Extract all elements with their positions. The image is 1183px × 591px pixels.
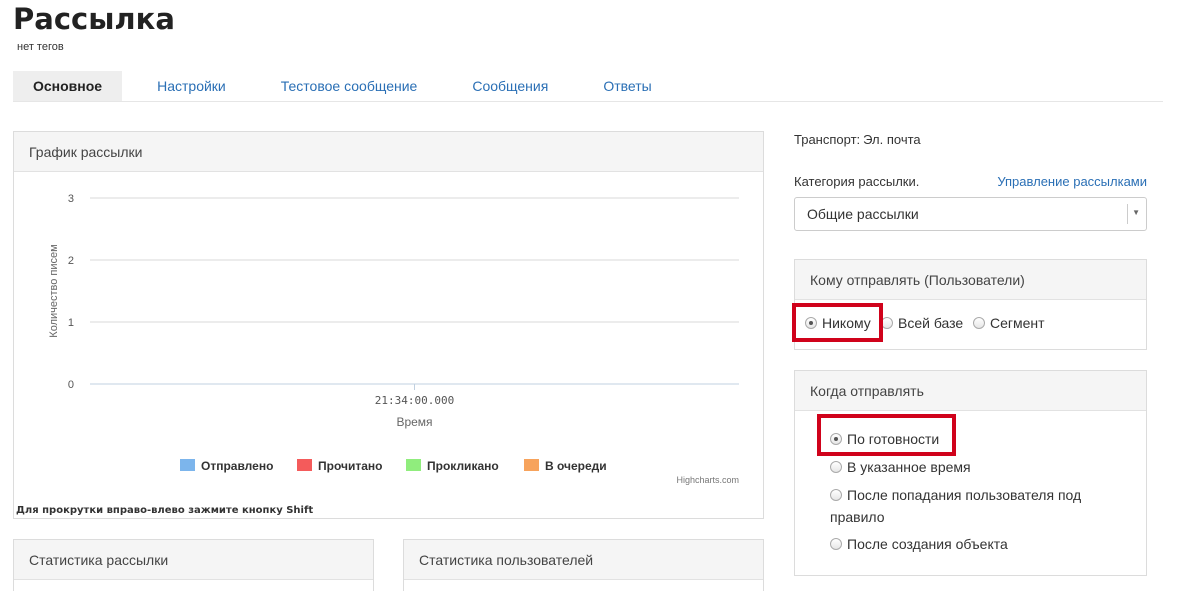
- radio-after-rule[interactable]: После попадания пользователя под: [830, 487, 1081, 503]
- chevron-down-icon: ▼: [1132, 208, 1140, 217]
- tab-settings[interactable]: Настройки: [137, 71, 246, 101]
- schedule-title: Когда отправлять: [795, 371, 1146, 411]
- tab-bar: Основное Настройки Тестовое сообщение Со…: [13, 71, 1163, 102]
- chart-credits: Highcharts.com: [676, 475, 739, 485]
- tab-messages[interactable]: Сообщения: [452, 71, 568, 101]
- legend-swatch: [406, 459, 421, 471]
- chart-panel-title: График рассылки: [14, 132, 763, 172]
- radio-after-object-label: После создания объекта: [847, 536, 1008, 552]
- recipients-title: Кому отправлять (Пользователи): [795, 260, 1146, 300]
- radio-segment[interactable]: Сегмент: [973, 315, 1045, 331]
- schedule-panel: Когда отправлять По готовности В указанн…: [794, 370, 1147, 576]
- tab-replies[interactable]: Ответы: [583, 71, 671, 101]
- highlight-box: [792, 303, 883, 342]
- radio-specified-time-label: В указанное время: [847, 459, 971, 475]
- category-select-value: Общие рассылки: [807, 206, 919, 222]
- radio-icon[interactable]: [830, 538, 842, 550]
- category-select[interactable]: Общие рассылки ▼: [794, 197, 1147, 231]
- radio-icon[interactable]: [830, 489, 842, 501]
- radio-after-rule-label-1: После попадания пользователя под: [847, 487, 1082, 503]
- radio-after-rule-label-2: правило: [830, 509, 885, 525]
- page-title: Рассылка: [13, 2, 175, 36]
- mailing-stats-title: Статистика рассылки: [14, 540, 373, 580]
- select-separator: [1127, 204, 1128, 224]
- tags-label: нет тегов: [17, 41, 64, 53]
- legend-label: Прокликано: [427, 459, 499, 473]
- legend-swatch: [524, 459, 539, 471]
- radio-segment-label: Сегмент: [990, 315, 1045, 331]
- y-tick-label: 1: [68, 317, 74, 329]
- scroll-hint: Для прокрутки вправо-влево зажмите кнопк…: [16, 505, 314, 516]
- legend-label: В очереди: [545, 459, 607, 473]
- y-tick-label: 2: [68, 255, 74, 267]
- y-tick-label: 0: [68, 379, 74, 391]
- legend-label: Прочитано: [318, 459, 382, 473]
- transport-label: Транспорт:: [794, 132, 861, 147]
- radio-after-rule-cont: правило: [830, 509, 885, 525]
- radio-icon[interactable]: [973, 317, 985, 329]
- x-axis-title: Время: [396, 415, 432, 429]
- tab-main[interactable]: Основное: [13, 71, 123, 101]
- manage-mailings-link[interactable]: Управление рассылками: [997, 174, 1147, 189]
- radio-specified-time[interactable]: В указанное время: [830, 459, 971, 475]
- radio-after-object[interactable]: После создания объекта: [830, 536, 1008, 552]
- y-axis-title: Количество писем: [48, 244, 60, 337]
- highlight-box: [817, 414, 956, 456]
- legend-swatch: [297, 459, 312, 471]
- radio-whole-base-label: Всей базе: [898, 315, 964, 331]
- user-stats-title: Статистика пользователей: [404, 540, 763, 580]
- legend-swatch: [180, 459, 195, 471]
- mailing-stats-panel: Статистика рассылки: [13, 539, 374, 591]
- transport-value: Эл. почта: [863, 132, 921, 147]
- category-label: Категория рассылки.: [794, 174, 920, 189]
- tab-test-message[interactable]: Тестовое сообщение: [261, 71, 438, 101]
- x-tick-label: 21:34:00.000: [375, 394, 454, 407]
- mailing-chart: 0 1 2 3 21:34:00.000 Время Количество писем Отп…: [48, 193, 739, 485]
- chart-panel: График рассылки 0 1 2 3 21:34:00.000 Время Кол…: [13, 131, 764, 519]
- transport-info: Транспорт: Эл. почта: [794, 132, 921, 147]
- radio-whole-base[interactable]: Всей базе: [881, 315, 963, 331]
- y-tick-label: 3: [68, 193, 74, 205]
- legend-label: Отправлено: [201, 459, 273, 473]
- user-stats-panel: Статистика пользователей: [403, 539, 764, 591]
- radio-icon[interactable]: [830, 461, 842, 473]
